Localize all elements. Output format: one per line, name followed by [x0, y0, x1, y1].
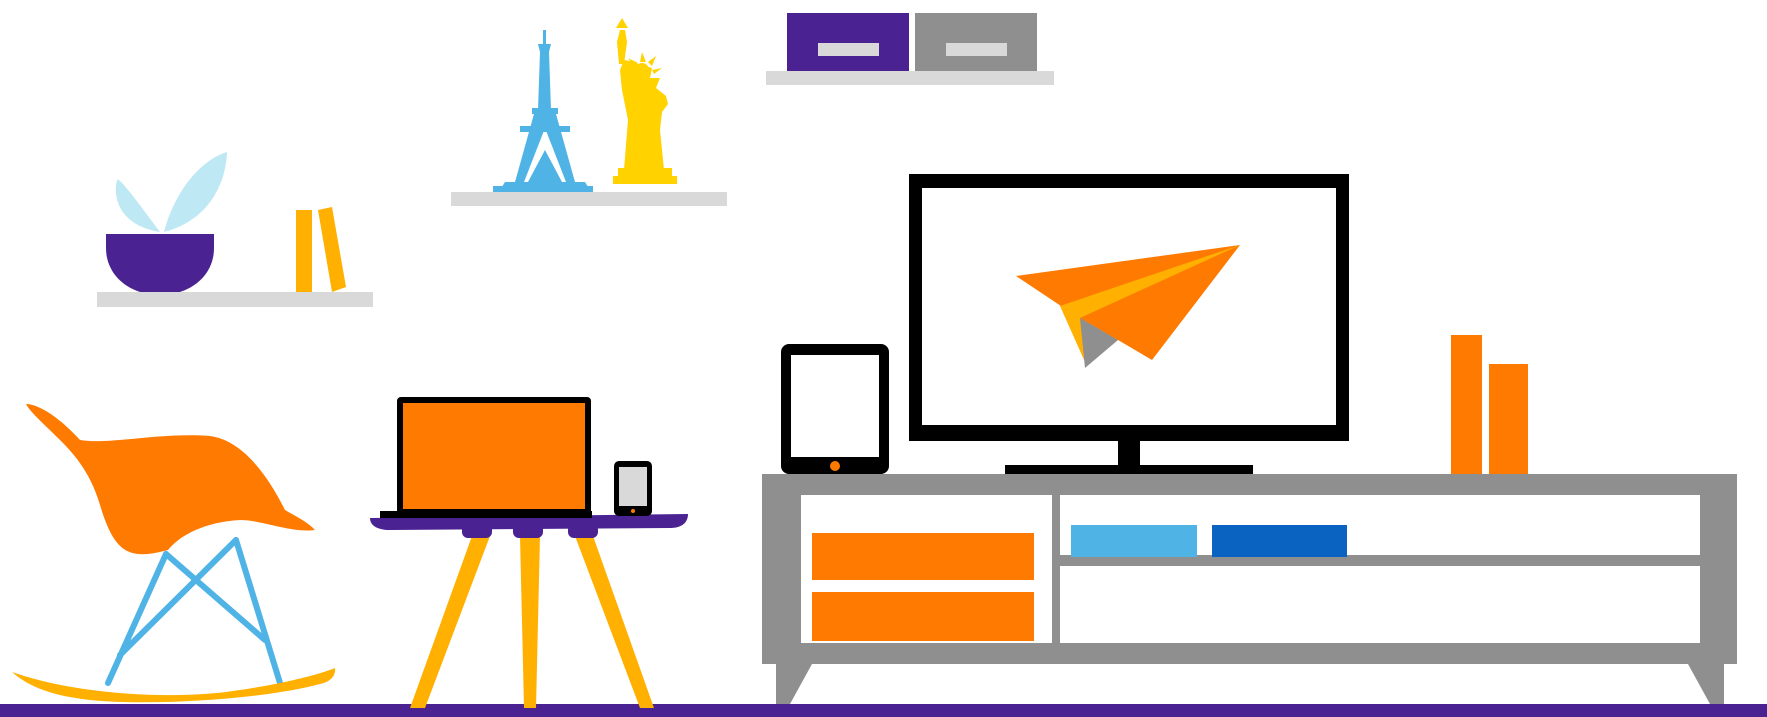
tv-cabinet [762, 474, 1737, 704]
wall-shelf-with-plant [97, 152, 373, 307]
storage-box-gray-label [946, 43, 1007, 56]
scene-canvas [0, 13, 1767, 717]
rocking-chair-icon [12, 404, 336, 703]
table-legs [410, 536, 654, 708]
storage-box-purple-label [818, 43, 879, 56]
plant-leaves-icon [115, 152, 227, 232]
purple-floor-strip [0, 704, 1767, 717]
wall-shelf-with-boxes [766, 13, 1054, 85]
smartphone-icon [614, 461, 652, 516]
chair-seat [26, 404, 315, 555]
orange-vases [1451, 335, 1528, 474]
plant-pot-icon [106, 234, 214, 295]
chair-rocker [12, 668, 336, 703]
shelf-board [451, 192, 727, 206]
side-table [370, 397, 688, 708]
table-leg-caps [462, 524, 598, 538]
wall-shelf-with-landmarks [451, 18, 727, 206]
tablet-icon [781, 344, 889, 474]
tv-monitor [909, 174, 1349, 474]
living-room-illustration [0, 0, 1767, 717]
statue-of-liberty-icon [613, 18, 677, 184]
storage-box-gray [915, 13, 1037, 71]
shelf-board [97, 292, 373, 307]
laptop-icon [380, 397, 592, 518]
storage-box-purple [787, 13, 909, 71]
eiffel-tower-icon [493, 30, 593, 192]
bookends-icon [296, 207, 346, 292]
shelf-board [766, 71, 1054, 85]
